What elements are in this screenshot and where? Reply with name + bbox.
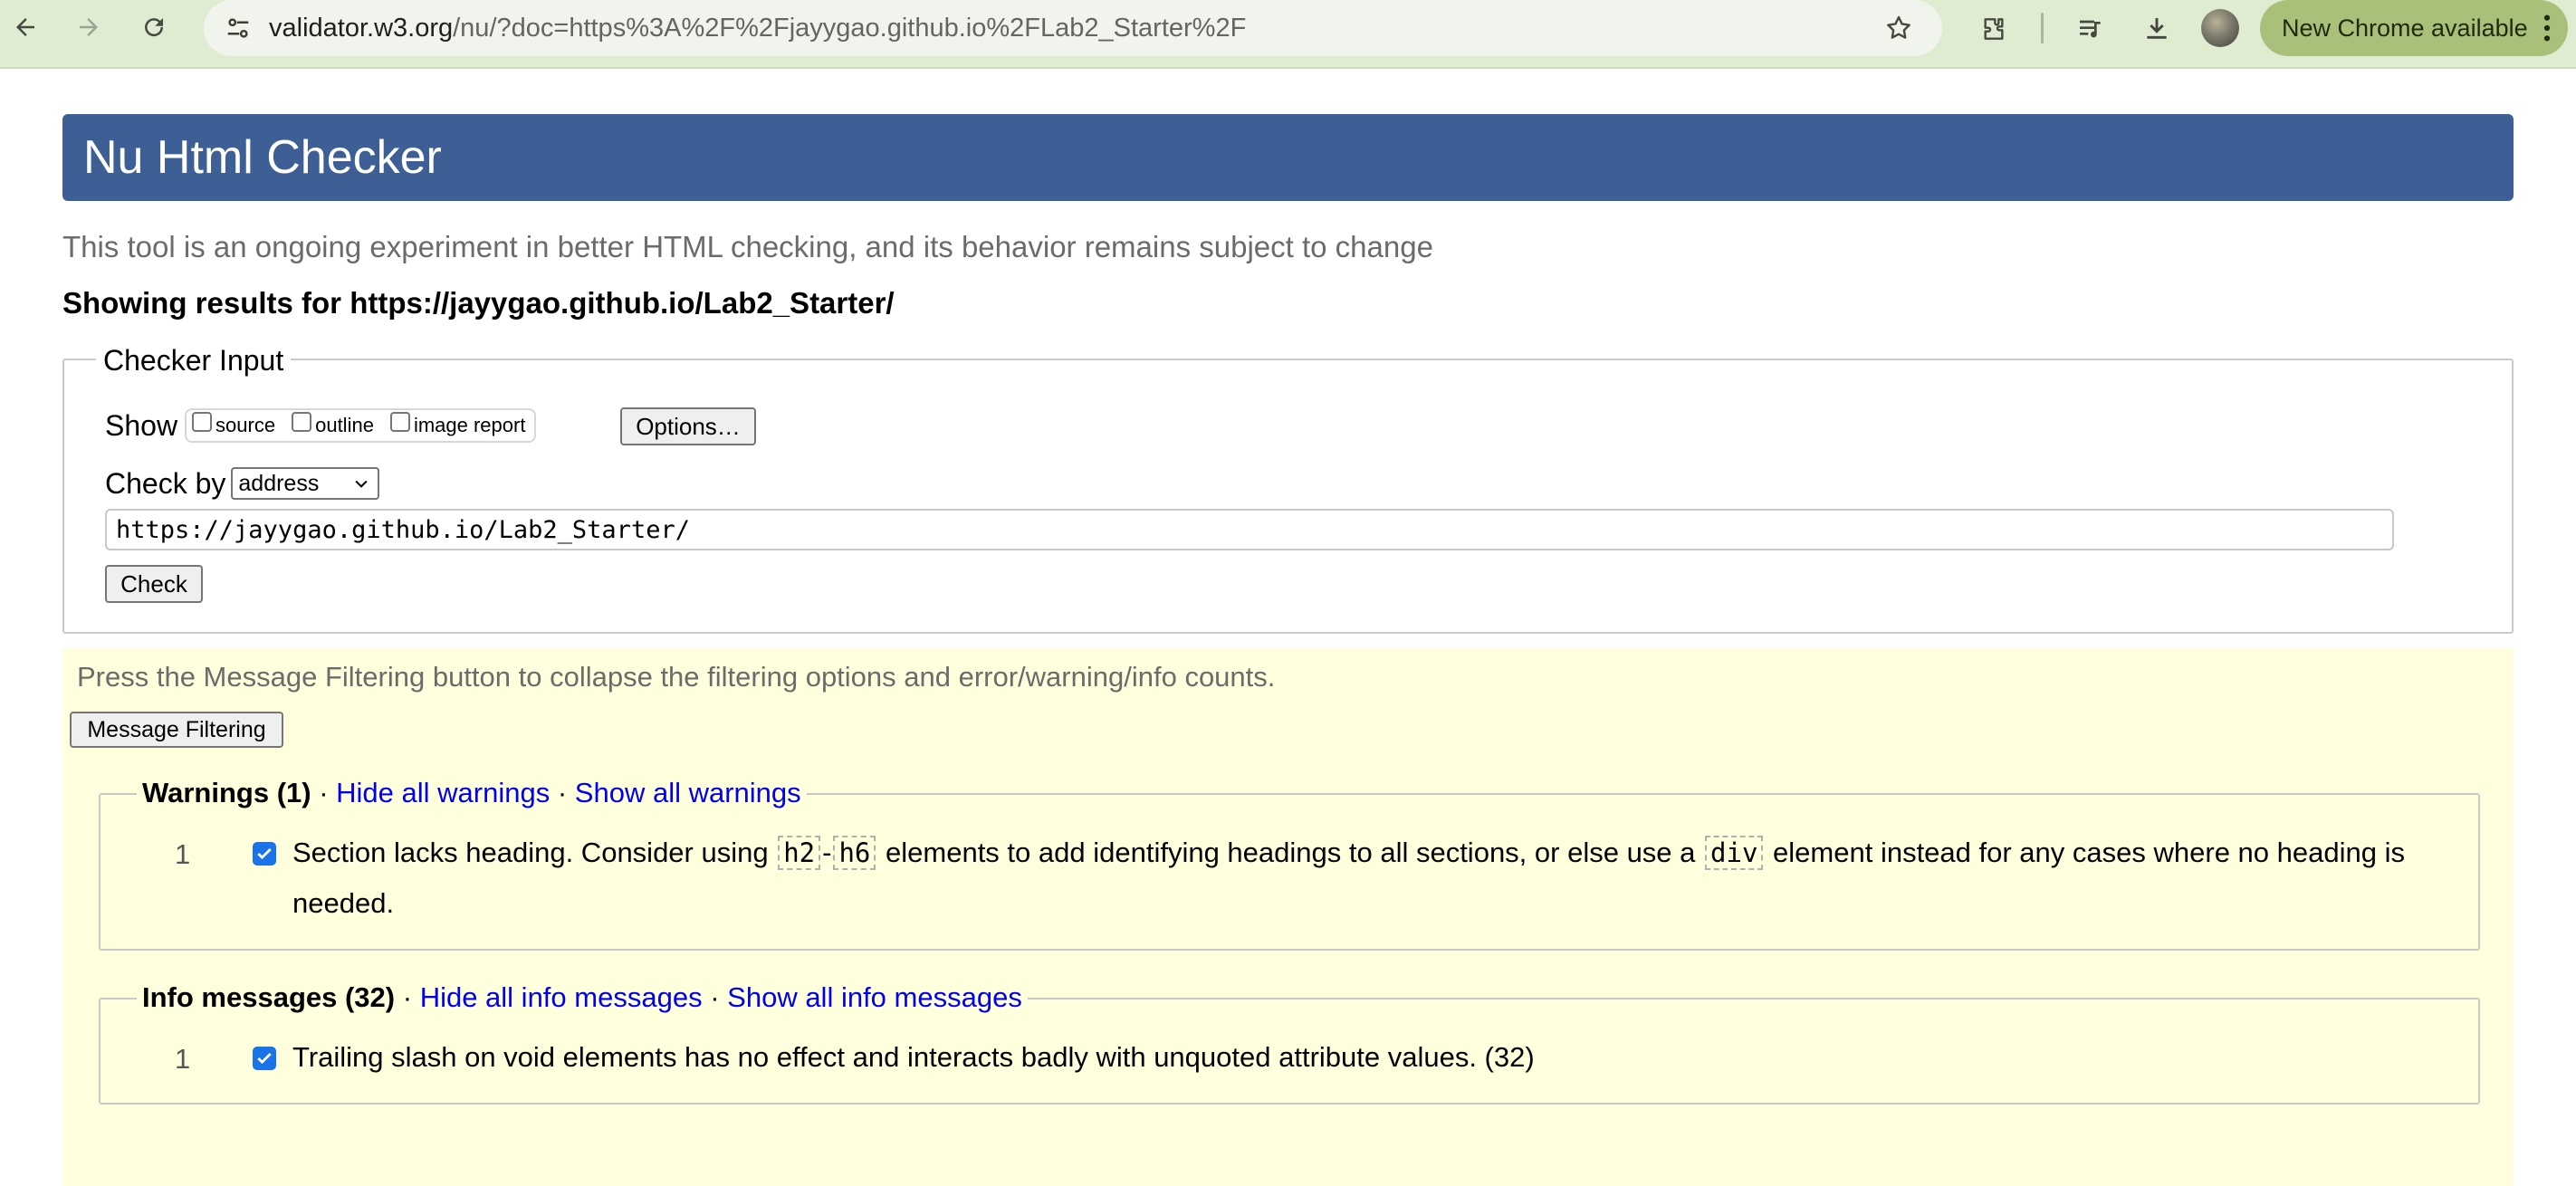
check-by-label: Check by bbox=[105, 466, 226, 500]
show-image-report-option[interactable]: image report bbox=[389, 412, 526, 437]
site-info-icon[interactable] bbox=[220, 11, 256, 45]
image-report-checkbox[interactable] bbox=[389, 412, 410, 432]
new-chrome-available-button[interactable]: New Chrome available bbox=[2260, 0, 2568, 56]
code-range-separator: - bbox=[822, 837, 832, 868]
forward-arrow-icon bbox=[80, 18, 98, 36]
url-path: /nu/?doc=https%3A%2F%2Fjayygao.github.io… bbox=[453, 14, 1247, 43]
outline-checkbox[interactable] bbox=[292, 412, 312, 432]
warnings-legend: Warnings (1) · Hide all warnings · Show … bbox=[137, 775, 807, 811]
checker-input-legend: Checker Input bbox=[96, 344, 292, 377]
back-button[interactable] bbox=[5, 7, 45, 47]
outline-label: outline bbox=[315, 414, 374, 436]
reload-button[interactable] bbox=[134, 7, 174, 47]
page-title: Nu Html Checker bbox=[62, 114, 2514, 201]
separator-dot: · bbox=[710, 981, 720, 1013]
image-report-label: image report bbox=[413, 414, 526, 436]
info-item-number: 1 bbox=[175, 1043, 191, 1075]
hide-all-info-messages-link[interactable]: Hide all info messages bbox=[420, 981, 703, 1013]
media-queue-icon[interactable] bbox=[2071, 9, 2111, 49]
bookmark-star-icon[interactable] bbox=[1881, 10, 1917, 46]
check-by-row: Check by address bbox=[105, 465, 380, 502]
hide-all-warnings-link[interactable]: Hide all warnings bbox=[336, 777, 550, 808]
toolbar-separator bbox=[2041, 13, 2044, 43]
results-for-heading: Showing results for https://jayygao.gith… bbox=[62, 286, 895, 320]
show-options-group: source outline image report bbox=[185, 408, 537, 443]
code-h6: h6 bbox=[833, 836, 876, 870]
show-outline-option[interactable]: outline bbox=[292, 412, 374, 437]
warnings-fieldset: Warnings (1) · Hide all warnings · Show … bbox=[99, 775, 2480, 951]
separator-dot: · bbox=[557, 777, 568, 808]
message-filtering-area: Press the Message Filtering button to co… bbox=[62, 648, 2514, 1186]
check-button[interactable]: Check bbox=[105, 565, 203, 603]
options-button[interactable]: Options… bbox=[620, 407, 756, 445]
info-messages-legend: Info messages (32) · Hide all info messa… bbox=[137, 980, 1028, 1016]
forward-button[interactable] bbox=[69, 7, 109, 47]
url-host: validator.w3.org bbox=[269, 14, 454, 43]
warning-item-text: Section lacks heading. Consider using h2… bbox=[292, 827, 2466, 929]
source-checkbox[interactable] bbox=[192, 412, 213, 432]
checkmark-icon bbox=[257, 847, 272, 860]
extensions-icon[interactable] bbox=[1974, 9, 2014, 49]
document-url-input[interactable]: https://jayygao.github.io/Lab2_Starter/ bbox=[105, 509, 2394, 550]
info-messages-fieldset: Info messages (32) · Hide all info messa… bbox=[99, 980, 2480, 1105]
separator-dot: · bbox=[402, 981, 413, 1013]
info-item-checkbox[interactable] bbox=[253, 1047, 276, 1070]
checker-input-fieldset: Checker Input Show source outline image … bbox=[62, 344, 2514, 634]
show-label: Show bbox=[105, 408, 178, 442]
update-label: New Chrome available bbox=[2282, 14, 2528, 42]
url-text: validator.w3.org/nu/?doc=https%3A%2F%2Fj… bbox=[269, 11, 1246, 45]
source-label: source bbox=[215, 414, 276, 436]
page-content: Nu Html Checker This tool is an ongoing … bbox=[0, 69, 2576, 1186]
profile-avatar[interactable] bbox=[2201, 9, 2239, 47]
separator-dot: · bbox=[319, 777, 329, 808]
reload-icon bbox=[145, 18, 164, 37]
warning-text-b: elements to add identifying headings to … bbox=[886, 837, 1696, 868]
warning-item-checkbox[interactable] bbox=[253, 842, 276, 866]
check-by-select[interactable]: address bbox=[231, 467, 380, 500]
checkmark-icon bbox=[257, 1052, 272, 1065]
code-div: div bbox=[1705, 836, 1764, 870]
address-bar[interactable]: validator.w3.org/nu/?doc=https%3A%2F%2Fj… bbox=[204, 0, 1942, 56]
warning-text-a: Section lacks heading. Consider using bbox=[292, 837, 769, 868]
message-filtering-button[interactable]: Message Filtering bbox=[70, 712, 283, 748]
download-icon[interactable] bbox=[2137, 9, 2177, 49]
code-h2: h2 bbox=[778, 836, 821, 870]
show-source-option[interactable]: source bbox=[192, 412, 276, 437]
warnings-count: Warnings (1) bbox=[142, 777, 311, 808]
info-messages-count: Info messages (32) bbox=[142, 981, 396, 1013]
back-arrow-icon bbox=[16, 18, 34, 36]
warning-item-number: 1 bbox=[175, 838, 191, 870]
show-all-info-messages-link[interactable]: Show all info messages bbox=[727, 981, 1022, 1013]
check-by-value: address bbox=[238, 470, 320, 496]
show-row: Show source outline image report bbox=[105, 406, 537, 445]
info-item-text: Trailing slash on void elements has no e… bbox=[292, 1041, 1535, 1073]
show-all-warnings-link[interactable]: Show all warnings bbox=[575, 777, 801, 808]
chevron-down-icon bbox=[355, 480, 368, 488]
browser-toolbar: validator.w3.org/nu/?doc=https%3A%2F%2Fj… bbox=[0, 0, 2576, 69]
more-menu-icon[interactable] bbox=[2542, 13, 2552, 50]
message-filtering-hint: Press the Message Filtering button to co… bbox=[77, 661, 1276, 693]
tool-subtitle: This tool is an ongoing experiment in be… bbox=[62, 230, 1433, 263]
